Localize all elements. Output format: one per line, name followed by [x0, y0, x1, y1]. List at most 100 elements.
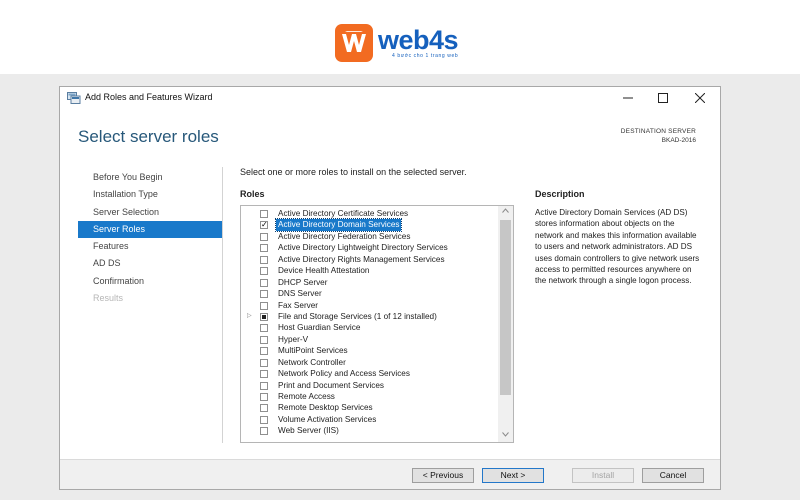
install-button[interactable]: Install — [572, 468, 634, 483]
server-manager-icon — [67, 92, 81, 104]
wizard-window: Add Roles and Features Wizard Select ser… — [59, 86, 721, 490]
role-checkbox[interactable] — [260, 278, 268, 287]
role-row[interactable]: Remote Desktop Services — [241, 402, 499, 413]
role-row[interactable]: DHCP Server — [241, 277, 499, 288]
role-checkbox[interactable] — [260, 301, 268, 310]
role-label: Fax Server — [278, 300, 319, 310]
role-row[interactable]: Print and Document Services — [241, 380, 499, 391]
nav-item-before-you-begin[interactable]: Before You Begin — [78, 169, 222, 186]
role-row[interactable]: Network Policy and Access Services — [241, 368, 499, 379]
description-heading: Description — [535, 189, 585, 199]
role-checkbox[interactable] — [260, 393, 268, 401]
nav-item-confirmation[interactable]: Confirmation — [78, 273, 222, 290]
role-checkbox[interactable] — [260, 415, 268, 424]
nav-item-server-roles[interactable]: Server Roles — [78, 220, 222, 239]
nav-item-results: Results — [93, 293, 124, 304]
role-label: DHCP Server — [278, 277, 328, 287]
role-checkbox[interactable] — [260, 232, 268, 241]
close-icon — [695, 93, 705, 103]
role-label: Remote Access — [278, 392, 335, 401]
previous-button[interactable]: < Previous — [412, 468, 474, 483]
role-checkbox[interactable] — [260, 404, 268, 413]
web4s-logo: web4s 4 bước cho 1 trang web — [335, 24, 459, 62]
role-row[interactable]: Active Directory Rights Management Servi… — [241, 254, 499, 265]
role-checkbox[interactable] — [260, 267, 268, 276]
minimize-button[interactable] — [615, 89, 641, 107]
role-row[interactable]: Active Directory Certificate Services — [241, 208, 499, 219]
minimize-icon — [623, 97, 633, 99]
role-label: Device Health Attestation — [278, 266, 370, 276]
role-label: Volume Activation Services — [278, 414, 377, 424]
nav-item-features[interactable]: Features — [78, 238, 222, 255]
wizard-nav: Before You Begin Installation Type Server … — [78, 169, 222, 307]
role-label: Remote Desktop Services — [278, 403, 373, 413]
role-checkbox[interactable] — [260, 358, 268, 367]
roles-heading: Roles — [240, 189, 265, 199]
role-checkbox[interactable] — [260, 290, 268, 299]
role-checkbox[interactable] — [260, 381, 268, 390]
cancel-button[interactable]: Cancel — [642, 468, 704, 483]
title-bar[interactable]: Add Roles and Features Wizard — [60, 87, 720, 109]
role-row[interactable]: Volume Activation Services — [241, 414, 499, 425]
chevron-up-icon — [502, 208, 509, 213]
role-label: Active Directory Domain Services — [274, 218, 403, 232]
scroll-up-button[interactable] — [498, 206, 513, 218]
destination-server-name: BKAD-2016 — [661, 137, 696, 144]
brand-tagline: 4 bước cho 1 trang web — [392, 53, 459, 59]
description-text: Active Directory Domain Services (AD DS)… — [535, 208, 700, 286]
nav-item-server-selection[interactable]: Server Selection — [78, 204, 222, 221]
role-row[interactable]: Active Directory Federation Services — [241, 231, 499, 242]
roles-list: Active Directory Certificate Services ✓ Ac… — [241, 208, 499, 437]
role-row[interactable]: Web Server (IIS) — [241, 425, 499, 436]
button-bar: < Previous Next > Install Cancel — [60, 459, 720, 489]
role-label: Active Directory Rights Management Servi… — [278, 254, 445, 264]
role-row[interactable]: Remote Access — [241, 391, 499, 402]
role-label: Hyper-V — [278, 334, 309, 344]
role-checkbox[interactable]: ✓ — [260, 221, 268, 230]
role-row[interactable]: Active Directory Lightweight Directory S… — [241, 242, 499, 253]
role-label: DNS Server — [278, 289, 322, 299]
role-label: Print and Document Services — [278, 380, 385, 390]
role-row[interactable]: Hyper-V — [241, 334, 499, 345]
role-row[interactable]: DNS Server — [241, 288, 499, 299]
role-checkbox[interactable] — [260, 255, 268, 264]
nav-divider — [222, 167, 223, 443]
maximize-button[interactable] — [650, 89, 676, 107]
scroll-thumb[interactable] — [500, 220, 511, 395]
role-label: Active Directory Lightweight Directory S… — [278, 243, 448, 253]
role-row[interactable]: Host Guardian Service — [241, 322, 499, 333]
w-logo-icon — [342, 31, 366, 52]
role-label: MultiPoint Services — [278, 346, 348, 356]
expand-arrow-icon[interactable]: ▷ — [247, 311, 252, 322]
web4s-logo-mark — [335, 24, 373, 62]
roles-list-box[interactable]: Active Directory Certificate Services ✓ Ac… — [240, 205, 514, 443]
maximize-icon — [658, 93, 668, 103]
role-label: Network Policy and Access Services — [278, 369, 410, 379]
role-checkbox[interactable] — [260, 427, 268, 436]
brand-name: web4s — [378, 25, 459, 55]
role-row[interactable]: ▷ File and Storage Services (1 of 12 inst… — [241, 311, 499, 322]
role-row[interactable]: MultiPoint Services — [241, 345, 499, 356]
role-checkbox[interactable] — [260, 347, 268, 356]
destination-server-label: DESTINATION SERVER — [620, 128, 696, 135]
role-checkbox[interactable] — [260, 312, 268, 321]
role-row[interactable]: Device Health Attestation — [241, 265, 499, 276]
nav-item-ad-ds[interactable]: AD DS — [78, 255, 222, 272]
role-checkbox[interactable] — [260, 210, 268, 218]
role-checkbox[interactable] — [260, 244, 268, 253]
role-row[interactable]: Fax Server — [241, 300, 499, 311]
nav-item-installation-type[interactable]: Installation Type — [78, 186, 222, 203]
roles-scrollbar[interactable] — [498, 206, 513, 442]
role-label: Web Server (IIS) — [278, 426, 339, 436]
scroll-down-button[interactable] — [498, 430, 513, 442]
role-row[interactable]: Network Controller — [241, 357, 499, 368]
role-checkbox[interactable] — [260, 370, 268, 379]
role-row[interactable]: ✓ Active Directory Domain Services — [241, 218, 499, 232]
role-checkbox[interactable] — [260, 335, 268, 344]
page-title: Select server roles — [78, 127, 219, 146]
role-checkbox[interactable] — [260, 324, 268, 333]
close-button[interactable] — [687, 89, 713, 107]
chevron-down-icon — [502, 432, 509, 437]
role-label: Active Directory Certificate Services — [278, 209, 409, 218]
next-button[interactable]: Next > — [482, 468, 544, 483]
